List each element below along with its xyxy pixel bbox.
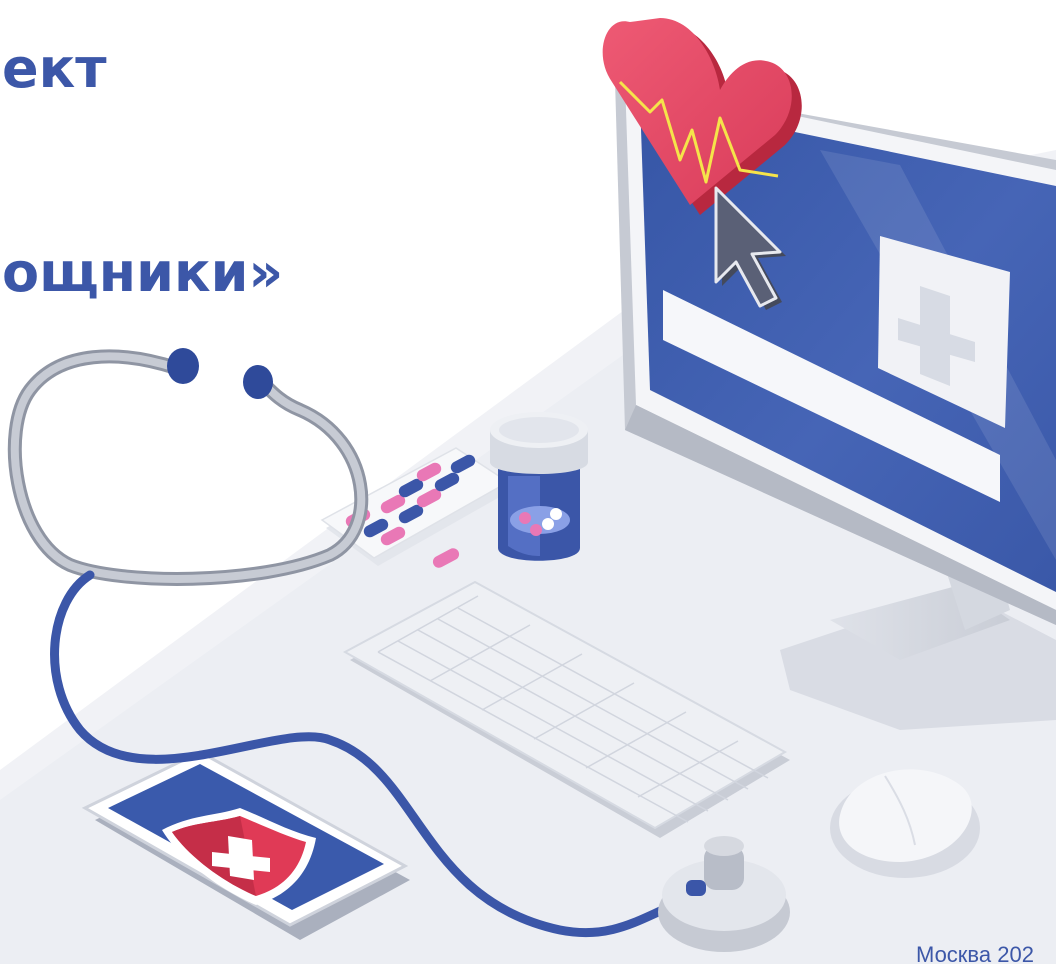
footer-city-year: Москва 202 <box>916 942 1034 967</box>
pill-bottle-icon <box>490 412 588 561</box>
medical-illustration <box>0 18 1056 964</box>
title-line-2: ощники» <box>2 241 284 304</box>
title-line-1: ект <box>2 37 107 100</box>
